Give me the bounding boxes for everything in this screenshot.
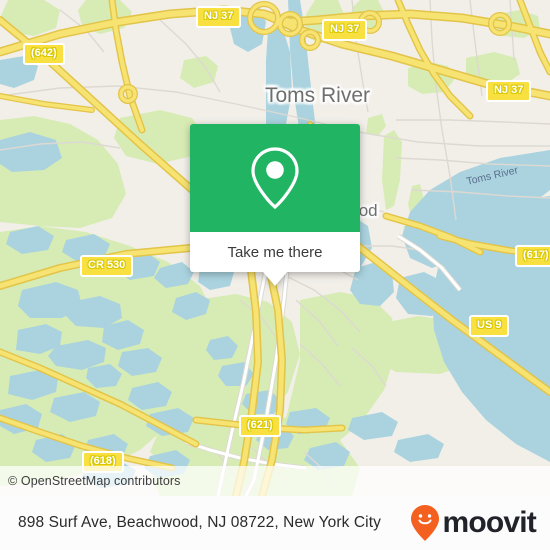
shield-nj-37-mid[interactable]: NJ 37 [322,19,368,41]
attribution-text: © OpenStreetMap contributors [8,474,181,488]
bottom-bar: 898 Surf Ave, Beachwood, NJ 08722, New Y… [0,496,550,550]
location-popup-card[interactable]: Take me there [190,124,360,286]
shield-cr-530[interactable]: CR 530 [80,255,134,277]
moovit-pin-smile-icon [411,505,440,541]
shield-us-9[interactable]: US 9 [469,315,510,337]
popup-pointer-tail [263,272,287,286]
shield-nj-37-east[interactable]: NJ 37 [486,80,532,102]
shield-cr-621[interactable]: (621) [239,415,281,437]
take-me-there-button[interactable]: Take me there [227,244,322,261]
moovit-logo[interactable]: moovit [410,504,537,542]
moovit-wordmark: moovit [442,506,536,539]
popup-footer[interactable]: Take me there [190,232,360,272]
shield-cr-642[interactable]: (642) [23,43,65,65]
map-screenshot-root: Toms River wood Toms River NJ 37 NJ 37 N… [0,0,550,550]
place-label-toms-river: Toms River [265,84,371,107]
address-label: 898 Surf Ave, Beachwood, NJ 08722, New Y… [18,514,381,531]
map-attribution[interactable]: © OpenStreetMap contributors [0,466,550,496]
shield-cr-617[interactable]: (617) [515,245,550,267]
shield-nj-37-west[interactable]: NJ 37 [196,6,242,28]
map-pin-icon [251,147,299,210]
popup-header [190,124,360,232]
